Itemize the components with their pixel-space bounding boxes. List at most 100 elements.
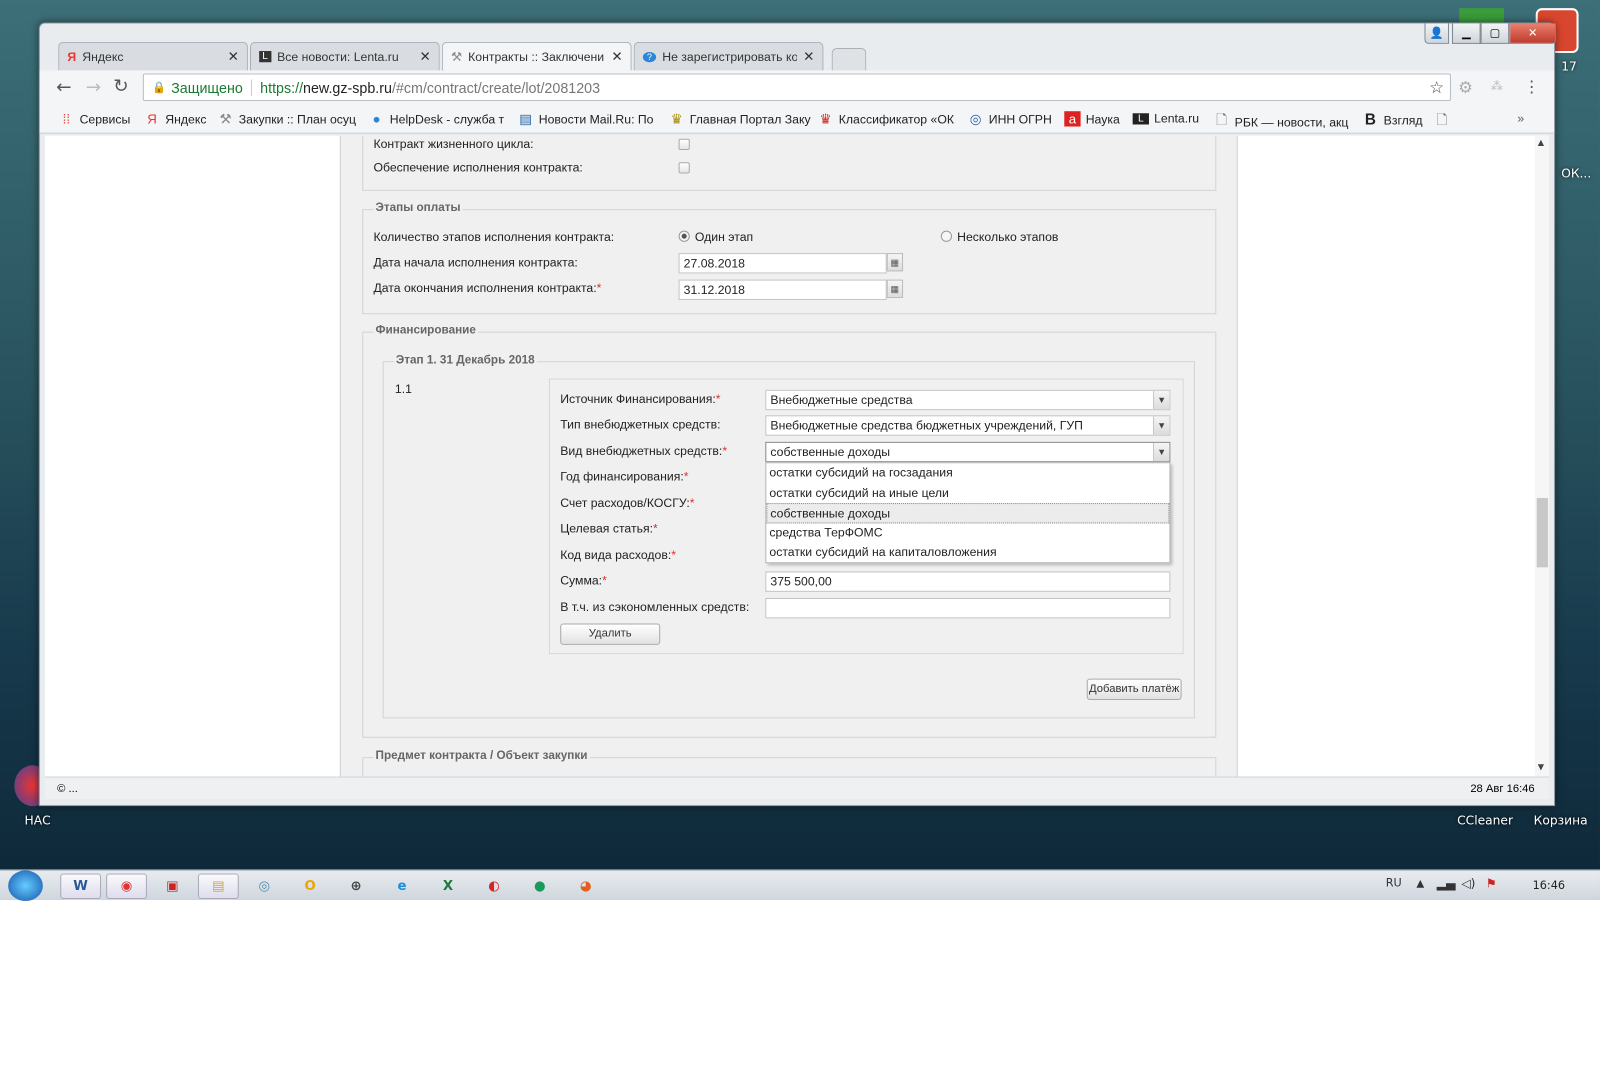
bookmark-item[interactable]: 🗋 [1434, 111, 1455, 133]
word-icon[interactable]: W [60, 873, 102, 899]
payment-stages-legend: Этапы оплаты [373, 202, 463, 215]
many-stages-label[interactable]: Несколько этапов [957, 230, 1058, 244]
bookmark-item[interactable]: L Lenta.ru [1132, 111, 1199, 126]
app-shortcut-icon[interactable] [1459, 8, 1505, 23]
volume-icon[interactable]: ◁) [1461, 877, 1475, 891]
globe-icon[interactable]: ⊕ [336, 873, 377, 899]
app-icon[interactable]: ● [519, 873, 560, 899]
action-center-icon[interactable]: ⚑ [1486, 877, 1497, 891]
dropdown-option-selected[interactable]: собственные доходы [766, 503, 1170, 524]
many-stages-radio[interactable] [940, 230, 953, 242]
kind-select[interactable]: собственные доходы ▼ [765, 441, 1171, 463]
tab-contracts[interactable]: ⚒ Контракты :: Заключени ✕ [441, 41, 632, 71]
security-checkbox[interactable] [678, 162, 690, 174]
close-icon[interactable]: ✕ [419, 48, 430, 64]
minimize-button[interactable]: ▁ [1452, 23, 1481, 44]
add-payment-button[interactable]: Добавить платёж [1086, 678, 1182, 700]
end-date-input[interactable]: 31.12.2018 [678, 279, 887, 300]
bookmark-label: ИНН ОГРН [988, 112, 1052, 127]
hammer-icon: ⚒ [451, 49, 463, 64]
acrobat-icon[interactable]: ◐ [473, 873, 514, 899]
type-select[interactable]: Внебюджетные средства бюджетных учрежден… [765, 415, 1171, 436]
sum-input[interactable]: 375 500,00 [765, 571, 1171, 592]
page-icon: 🗋 [1436, 112, 1448, 128]
reload-icon[interactable]: ↻ [113, 76, 128, 97]
vertical-scrollbar[interactable]: ▲ ▼ [1534, 135, 1549, 777]
chrome-icon[interactable]: ◉ [106, 873, 147, 899]
bookmark-item[interactable]: ● HelpDesk - служба т [368, 111, 505, 126]
bookmark-item[interactable]: Я Яндекс [144, 111, 206, 127]
dropdown-option[interactable]: средства ТерФОМС [766, 523, 1169, 543]
bookmark-star-icon[interactable]: ☆ [1429, 77, 1444, 97]
forward-icon[interactable]: → [86, 77, 101, 98]
dropdown-option[interactable]: остатки субсидий на капиталовложения [766, 543, 1169, 563]
life-cycle-checkbox[interactable] [678, 138, 690, 150]
desktop-icon-label[interactable]: CCleaner [1457, 813, 1513, 827]
more-bookmarks-button[interactable]: » [1517, 111, 1524, 125]
signal-icon[interactable]: ▂▄ [1437, 877, 1456, 891]
chevron-down-icon[interactable]: ▼ [1153, 442, 1170, 462]
source-select[interactable]: Внебюджетные средства ▼ [765, 389, 1171, 411]
start-button[interactable] [8, 870, 43, 902]
desktop-icon-label: ОК... [1561, 166, 1592, 181]
menu-icon[interactable]: ⋮ [1523, 77, 1539, 96]
maximize-button[interactable]: ▢ [1480, 23, 1510, 44]
firefox-icon[interactable]: ◕ [565, 873, 606, 899]
source-value: Внебюджетные средства [770, 392, 913, 408]
translate-icon[interactable]: ⁂ [1491, 79, 1503, 93]
chevron-down-icon[interactable]: ▼ [1153, 390, 1170, 410]
new-tab-button[interactable] [831, 47, 867, 71]
one-stage-radio[interactable] [678, 230, 690, 242]
url-path: /#cm/contract/create/lot/2081203 [391, 79, 601, 96]
calendar-icon[interactable]: ▦ [886, 279, 904, 298]
pdf-icon[interactable]: ▣ [152, 873, 193, 899]
bookmark-item[interactable]: B Взгляд [1362, 111, 1423, 128]
explorer-icon[interactable]: ▤ [197, 873, 239, 899]
outlook-icon[interactable]: O [290, 873, 331, 899]
bookmark-label: Закупки :: План осуц [238, 112, 357, 127]
bookmark-item[interactable]: ▤ Новости Mail.Ru: По [517, 111, 653, 127]
address-bar[interactable]: 🔒 Защищено https://new.gz-spb.ru/#cm/con… [142, 73, 1452, 102]
clock[interactable]: 16:46 [1533, 879, 1565, 892]
bookmark-item[interactable]: ⚒ Закупки :: План осуц [217, 111, 356, 127]
bookmark-item[interactable]: a Наука [1064, 111, 1120, 127]
back-icon[interactable]: ← [56, 77, 71, 98]
tab-lenta[interactable]: L Все новости: Lenta.ru ✕ [249, 41, 440, 71]
bookmark-item[interactable]: ⁞⁞ Сервисы [58, 111, 131, 126]
hammer-icon: ⚒ [219, 111, 232, 127]
tab-help[interactable]: ? Не зарегистрировать ко ✕ [633, 41, 824, 71]
scrollbar-thumb[interactable] [1536, 497, 1548, 568]
close-window-button[interactable]: ✕ [1509, 23, 1557, 44]
dropdown-option[interactable]: остатки субсидий на иные цели [766, 483, 1169, 503]
network-icon[interactable]: ◎ [244, 873, 285, 899]
desktop-icon-label[interactable]: Корзина [1534, 813, 1588, 827]
profile-icon[interactable]: 👤 [1424, 23, 1449, 44]
calendar-icon[interactable]: ▦ [886, 253, 904, 272]
scroll-down-icon[interactable]: ▼ [1538, 762, 1544, 771]
close-icon[interactable]: ✕ [611, 48, 622, 64]
dropdown-option[interactable]: остатки субсидий на госзадания [766, 463, 1169, 483]
language-indicator[interactable]: RU [1386, 877, 1402, 890]
saved-funds-input[interactable] [765, 597, 1171, 619]
bookmark-item[interactable]: 🗋 РБК — новости, акц [1213, 111, 1348, 133]
yandex-icon: Я [147, 111, 157, 127]
ie-icon[interactable]: e [382, 873, 423, 899]
excel-icon[interactable]: X [428, 873, 469, 899]
delete-button[interactable]: Удалить [560, 623, 661, 645]
page-content: Контракт жизненного цикла: Обеспечение и… [44, 135, 1549, 777]
bookmark-item[interactable]: ♛ Главная Портал Заку [668, 111, 811, 127]
url-scheme: https:// [260, 79, 304, 96]
start-date-input[interactable]: 27.08.2018 [678, 253, 887, 274]
extension-icon[interactable]: ⚙ [1458, 78, 1473, 97]
kind-dropdown-list: остатки субсидий на госзадания остатки с… [765, 462, 1171, 564]
one-stage-label[interactable]: Один этап [695, 230, 753, 244]
subject-fieldset: Предмет контракта / Объект закупки [362, 749, 1217, 777]
close-icon[interactable]: ✕ [803, 48, 814, 64]
bookmark-item[interactable]: ◎ ИНН ОГРН [967, 111, 1052, 127]
close-icon[interactable]: ✕ [228, 48, 239, 64]
tray-expand-icon[interactable]: ▲ [1416, 879, 1424, 890]
bookmark-item[interactable]: ♛ Классификатор «ОК [817, 111, 954, 127]
tab-yandex[interactable]: Я Яндекс ✕ [58, 41, 248, 71]
scroll-up-icon[interactable]: ▲ [1538, 138, 1544, 147]
chevron-down-icon[interactable]: ▼ [1153, 416, 1170, 435]
